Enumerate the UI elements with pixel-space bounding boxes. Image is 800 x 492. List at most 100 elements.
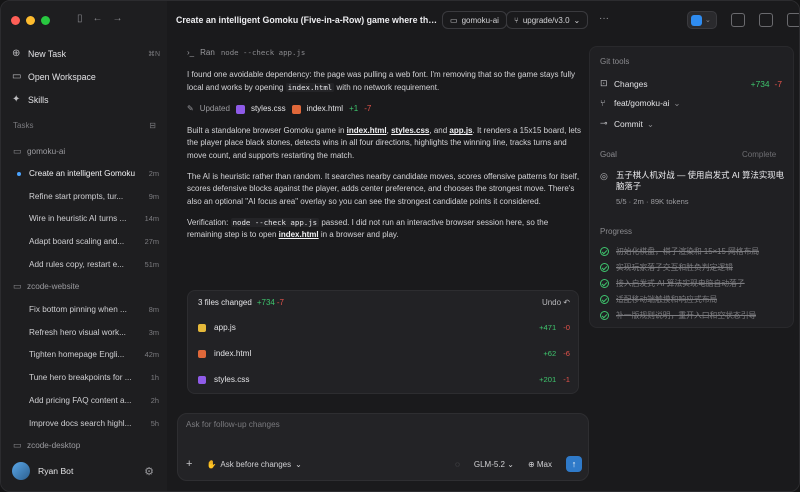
tasks-header: Tasks ⊟ — [13, 121, 156, 130]
updated-file-link[interactable]: index.html — [307, 103, 343, 115]
changes-row[interactable]: ⊡ Changes +734 -7 — [600, 78, 782, 89]
task-title: Refine start prompts, tur... — [29, 191, 124, 201]
task-item[interactable]: Refine start prompts, tur... 9m — [13, 185, 159, 208]
project-group-zcode-desktop[interactable]: ▭ zcode-desktop — [13, 435, 159, 457]
message-paragraph: The AI is heuristic rather than random. … — [187, 172, 580, 206]
branch-selector[interactable]: ⑂ upgrade/v3.0 ⌄ — [506, 11, 589, 29]
commit-icon: ⊸ — [600, 118, 608, 128]
open-workspace-button[interactable]: ▭ Open Workspace — [12, 65, 160, 88]
task-age: 42m — [144, 350, 159, 360]
task-age: 27m — [144, 237, 159, 247]
mode-label: Ask before changes — [220, 459, 292, 469]
composer[interactable]: Ask for follow-up changes + ✋ Ask before… — [177, 413, 589, 481]
model-label: GLM-5.2 — [473, 459, 505, 469]
file-link[interactable]: app.js — [449, 126, 472, 135]
editor-open-button[interactable]: ⌄ — [687, 11, 717, 29]
composer-toolbar: + ✋ Ask before changes ⌄ ◌ GLM-5.2 ⌄ ⊕ M… — [186, 456, 582, 472]
lines-removed: -7 — [276, 298, 284, 307]
task-item[interactable]: Add rules copy, restart e... 51m — [13, 253, 159, 276]
changed-file-row[interactable]: styles.css +201 -1 — [198, 375, 570, 384]
task-list: ▭ gomoku-ai Create an intelligent Gomoku… — [13, 140, 159, 457]
back-arrow-icon[interactable]: ← — [93, 13, 103, 24]
window-controls — [11, 16, 50, 25]
files-changed-label: 3 files changed — [198, 298, 252, 307]
file-link[interactable]: styles.css — [391, 126, 429, 135]
updated-file-link[interactable]: styles.css — [251, 103, 286, 115]
toggle-panel-icon[interactable] — [787, 13, 799, 27]
task-item[interactable]: Add pricing FAQ content a... 2h — [13, 389, 159, 412]
skills-button[interactable]: ✦ Skills — [12, 88, 160, 111]
branch-icon: ⑂ — [600, 98, 606, 108]
lines-removed: -7 — [364, 103, 372, 113]
context-usage-icon[interactable]: ◌ — [455, 460, 460, 469]
task-title: Refresh hero visual work... — [29, 327, 126, 337]
forward-arrow-icon[interactable]: → — [113, 13, 123, 24]
repo-selector[interactable]: ▭ gomoku-ai — [442, 11, 507, 29]
changed-file-row[interactable]: app.js +471 -0 — [198, 323, 570, 332]
commit-row[interactable]: ⊸ Commit ⌄ — [600, 118, 782, 129]
folder-icon: ▭ — [13, 145, 22, 156]
branch-icon: ⑂ — [514, 15, 519, 25]
folder-icon: ▭ — [450, 15, 458, 25]
folder-icon: ▭ — [13, 281, 22, 292]
gear-icon[interactable]: ⚙ — [144, 465, 154, 478]
task-item[interactable]: Create an intelligent Gomoku 2m — [13, 162, 159, 185]
user-profile[interactable]: Ryan Bot ⚙ — [12, 462, 154, 480]
preview-icon[interactable] — [731, 13, 745, 27]
skills-label: Skills — [28, 94, 49, 105]
branch-row[interactable]: ⑂ feat/gomoku-ai ⌄ — [600, 98, 782, 108]
task-title: Wire in heuristic AI turns ... — [29, 214, 127, 224]
task-item[interactable]: Tighten homepage Engli... 42m — [13, 344, 159, 367]
project-group-gomoku-ai[interactable]: ▭ gomoku-ai — [13, 140, 159, 162]
task-item[interactable]: Refresh hero visual work... 3m — [13, 321, 159, 344]
new-task-icon: ⊕ — [12, 48, 21, 59]
conversation: ›_ Ran node --check app.js I found one a… — [187, 47, 582, 251]
toggle-sidebar-icon[interactable]: ▯ — [77, 13, 83, 24]
text-span: Built a standalone browser Gomoku game i… — [187, 126, 347, 136]
text-span: Verification: — [187, 217, 231, 227]
send-button[interactable]: ↑ — [566, 456, 582, 472]
more-options-button[interactable]: ··· — [599, 13, 609, 24]
changed-file-row[interactable]: index.html +62 -6 — [198, 349, 570, 358]
task-item[interactable]: Tune hero breakpoints for ... 1h — [13, 366, 159, 389]
git-tools-label: Git tools — [600, 57, 630, 66]
archive-icon[interactable]: ⊟ — [149, 121, 156, 130]
task-item[interactable]: Fix bottom pinning when ... 8m — [13, 298, 159, 321]
inline-code: index.html — [285, 82, 335, 92]
new-task-button[interactable]: ⊕ New Task ⌘N — [12, 42, 160, 65]
app-window: ▯ ← → ⊕ New Task ⌘N ▭ Open Workspace ✦ S… — [0, 0, 800, 492]
model-selector[interactable]: GLM-5.2 ⌄ — [474, 460, 514, 469]
file-link[interactable]: index.html — [279, 230, 319, 239]
close-window-button[interactable] — [11, 16, 20, 25]
check-circle-icon — [600, 263, 609, 272]
task-title: Tighten homepage Engli... — [29, 350, 125, 360]
maximize-window-button[interactable] — [41, 16, 50, 25]
ran-label: Ran — [200, 48, 215, 57]
task-item[interactable]: Wire in heuristic AI turns ... 14m — [13, 208, 159, 231]
page-title: Create an intelligent Gomoku (Five-in-a-… — [176, 15, 438, 25]
project-name: zcode-website — [27, 282, 80, 292]
task-item[interactable]: Improve docs search highl... 5h — [13, 412, 159, 435]
task-title: Adapt board scaling and... — [29, 237, 125, 247]
lines-added: +734 — [750, 78, 770, 89]
terminal-icon: ›_ — [187, 48, 195, 57]
goal-text: 五子棋人机对战 — 使用启发式 AI 算法实现电脑落子 — [616, 170, 784, 191]
progress-item: 实现玩家落子交互和胜负判定逻辑 — [600, 262, 790, 273]
terminal-icon[interactable] — [759, 13, 773, 27]
minimize-window-button[interactable] — [26, 16, 35, 25]
effort-selector[interactable]: ⊕ Max — [528, 460, 552, 469]
task-item[interactable]: Adapt board scaling and... 27m — [13, 230, 159, 253]
chevron-down-icon: ⌄ — [705, 17, 711, 24]
undo-button[interactable]: Undo ↶ — [542, 298, 570, 307]
lines-removed: -6 — [563, 349, 570, 358]
ran-command-row[interactable]: ›_ Ran node --check app.js — [187, 47, 582, 59]
task-title: Add pricing FAQ content a... — [29, 396, 132, 406]
progress-item: 补一版规则说明，重开入口和空状态引导 — [600, 310, 790, 321]
project-group-zcode-website[interactable]: ▭ zcode-website — [13, 276, 159, 298]
chevron-down-icon: ⌄ — [507, 459, 514, 469]
add-attachment-icon[interactable]: + — [186, 458, 192, 470]
mode-selector[interactable]: ✋ Ask before changes ⌄ — [206, 460, 301, 469]
file-link[interactable]: index.html — [347, 126, 387, 135]
composer-input[interactable]: Ask for follow-up changes — [186, 420, 280, 429]
avatar — [12, 462, 30, 480]
